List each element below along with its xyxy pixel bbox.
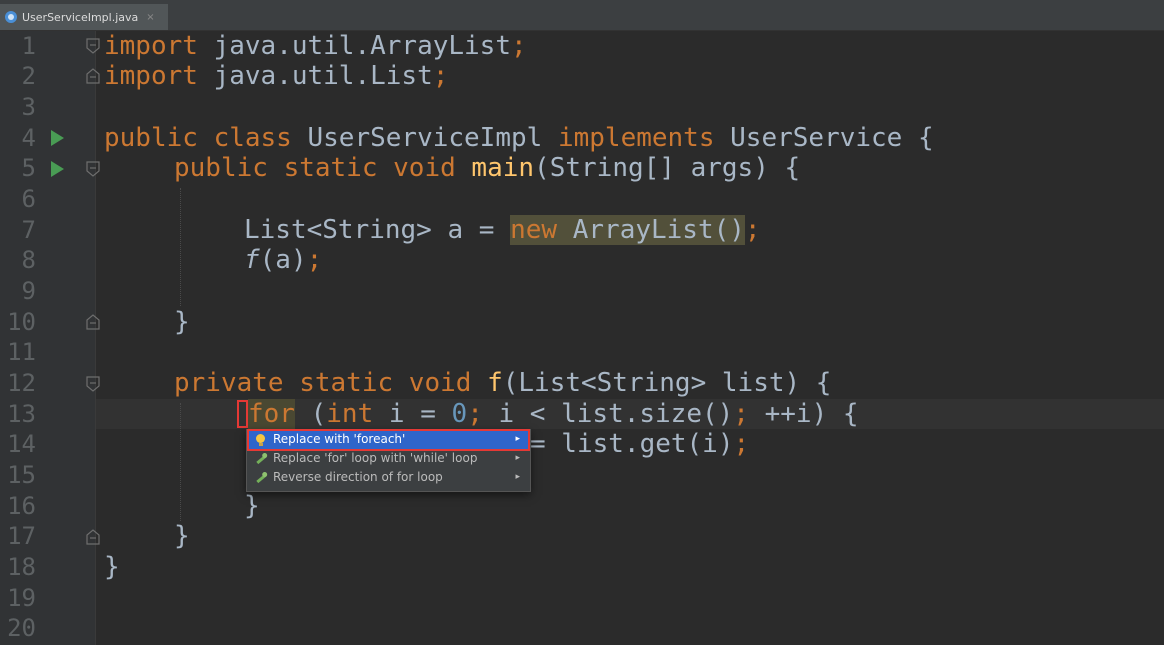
code-line-16[interactable]: }	[244, 491, 260, 521]
line-number: 2	[21, 62, 36, 90]
caret-highlight-box	[237, 400, 248, 428]
tab-label: UserServiceImpl.java	[22, 10, 139, 24]
line-number: 13	[7, 400, 36, 428]
code-line-8[interactable]: f(a);	[244, 245, 322, 275]
submenu-arrow-icon: ▸	[515, 453, 520, 463]
line-number: 11	[7, 338, 36, 366]
line-number: 18	[7, 553, 36, 581]
menu-item-reverse-direction[interactable]: Reverse direction of for loop ▸	[247, 468, 530, 487]
run-main-icon[interactable]	[51, 161, 64, 177]
fold-icon[interactable]	[86, 38, 100, 54]
run-class-icon[interactable]	[51, 130, 64, 146]
code-line-18[interactable]: }	[104, 552, 120, 582]
java-class-icon	[5, 11, 17, 23]
indent-guide	[180, 403, 181, 521]
submenu-arrow-icon: ▸	[515, 472, 520, 482]
line-number: 14	[7, 430, 36, 458]
fold-icon[interactable]	[86, 376, 100, 392]
line-number: 8	[21, 246, 36, 274]
fold-icon[interactable]	[86, 161, 100, 177]
code-line-10[interactable]: }	[174, 307, 190, 337]
menu-item-label: Reverse direction of for loop	[273, 470, 443, 484]
wrench-icon	[255, 453, 267, 465]
line-number: 9	[21, 277, 36, 305]
code-line-7[interactable]: List<String> a = new ArrayList();	[244, 215, 761, 245]
indent-guide	[180, 188, 181, 306]
code-line-13[interactable]: for (int i = 0; i < list.size(); ++i) {	[248, 399, 859, 429]
selected-item-highlight-box	[247, 429, 530, 451]
fold-icon[interactable]	[86, 314, 100, 330]
line-number: 3	[21, 93, 36, 121]
line-number: 6	[21, 185, 36, 213]
tab-userserviceimpl[interactable]: UserServiceImpl.java ×	[0, 4, 168, 30]
code-line-5[interactable]: public static void main(String[] args) {	[174, 153, 800, 183]
code-line-2[interactable]: import java.util.List;	[104, 61, 448, 91]
fold-icon[interactable]	[86, 68, 100, 84]
menu-item-replace-while[interactable]: Replace 'for' loop with 'while' loop ▸	[247, 449, 530, 468]
line-number: 5	[21, 154, 36, 182]
fold-icon[interactable]	[86, 529, 100, 545]
line-number: 4	[21, 124, 36, 152]
code-line-17[interactable]: }	[174, 521, 190, 551]
line-number: 15	[7, 461, 36, 489]
wrench-icon	[255, 472, 267, 484]
close-icon[interactable]: ×	[146, 12, 154, 23]
editor-tab-bar: UserServiceImpl.java ×	[0, 0, 1164, 31]
line-number: 7	[21, 216, 36, 244]
line-number: 19	[7, 584, 36, 612]
line-number: 20	[7, 614, 36, 642]
line-number: 10	[7, 308, 36, 336]
code-line-4[interactable]: public class UserServiceImpl implements …	[104, 123, 934, 153]
menu-item-label: Replace 'for' loop with 'while' loop	[273, 451, 478, 465]
line-number: 17	[7, 522, 36, 550]
code-line-12[interactable]: private static void f(List<String> list)…	[174, 368, 831, 398]
line-number: 1	[21, 32, 36, 60]
line-number: 16	[7, 492, 36, 520]
code-line-1[interactable]: import java.util.ArrayList;	[104, 31, 527, 61]
code-line-14[interactable]: = list.get(i);	[530, 429, 749, 459]
line-number: 12	[7, 369, 36, 397]
